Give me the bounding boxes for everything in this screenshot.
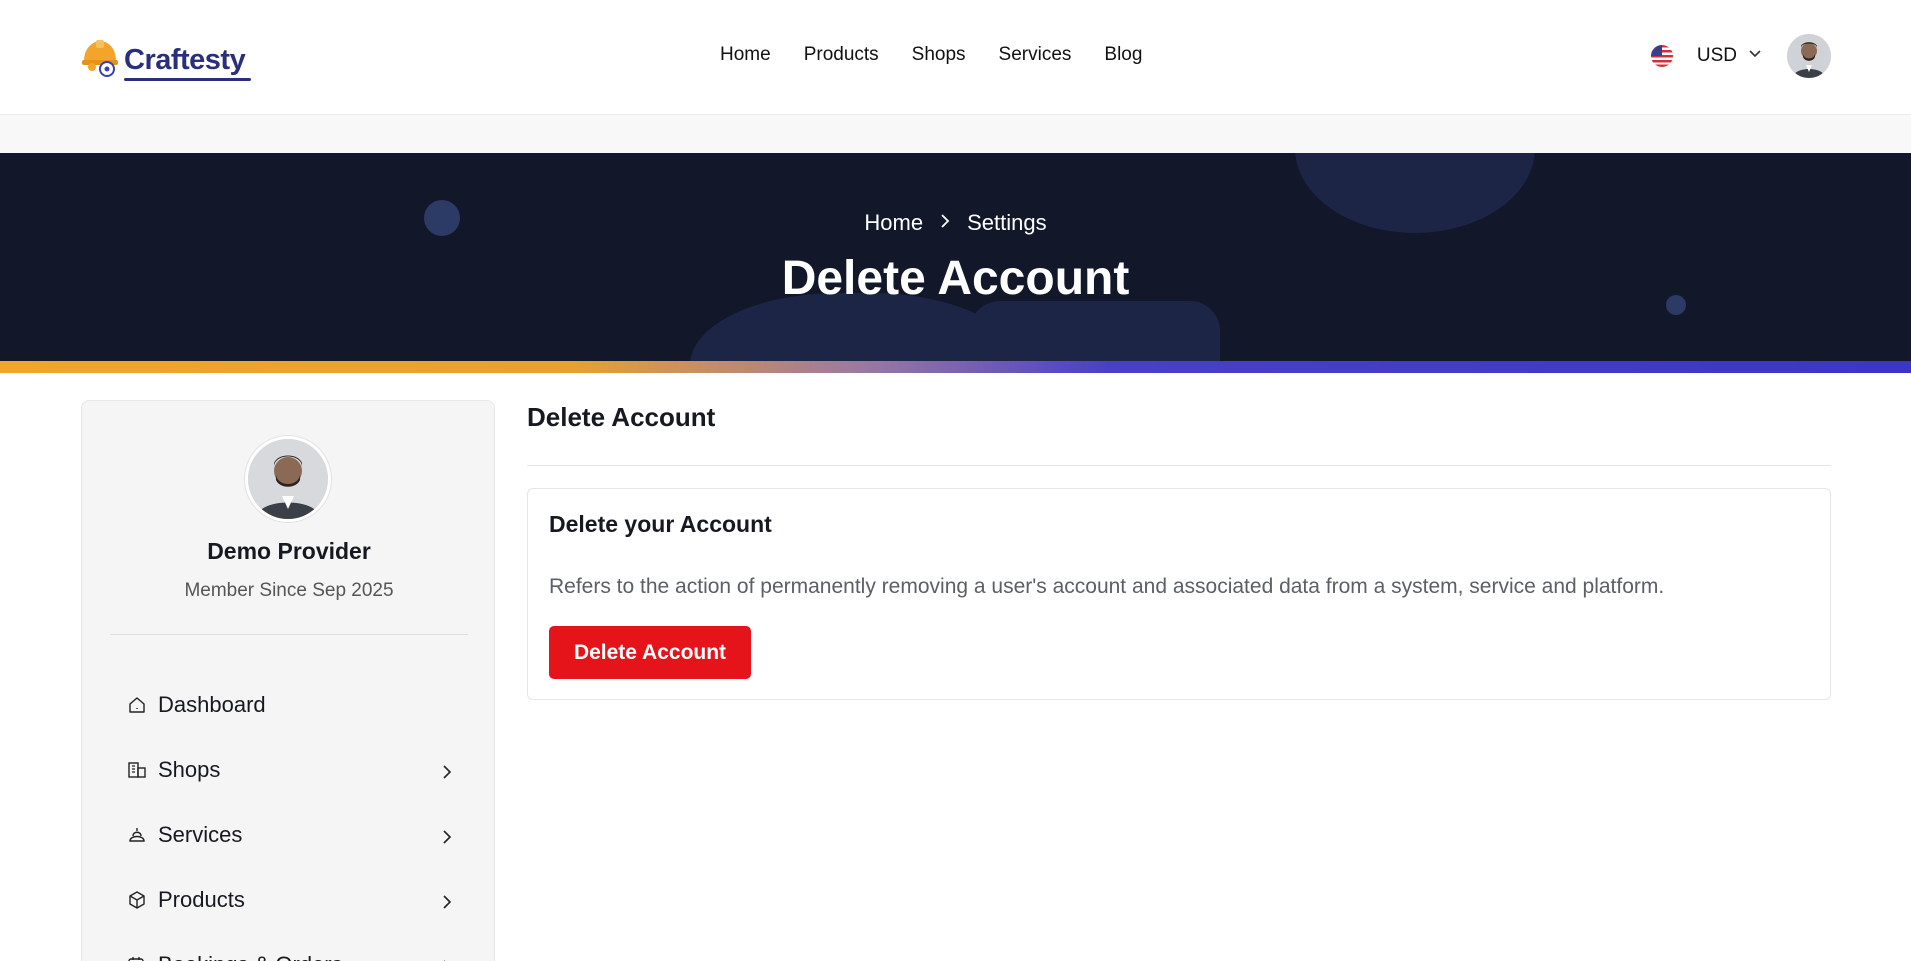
calendar-icon — [126, 954, 148, 961]
sidebar-divider — [110, 634, 468, 635]
page-title: Delete Account — [781, 252, 1130, 305]
sidebar-item-label: Services — [158, 821, 243, 847]
account-sidebar: Demo Provider Member Since Sep 2025 Dash… — [81, 400, 495, 961]
sidebar-item-label: Shops — [158, 756, 221, 782]
site-header: Craftesty Home Products Shops Services B… — [0, 0, 1911, 115]
delete-account-card: Delete your Account Refers to the action… — [527, 488, 1831, 700]
breadcrumb-home[interactable]: Home — [864, 210, 923, 236]
user-avatar[interactable] — [1787, 34, 1831, 78]
sidebar-item-label: Products — [158, 886, 245, 912]
nav-services[interactable]: Services — [999, 44, 1072, 66]
brand-name: Craftesty — [124, 43, 252, 81]
chevron-right-icon — [937, 210, 953, 236]
breadcrumb: Home Settings — [0, 210, 1911, 236]
banner-decoration — [970, 301, 1220, 361]
services-icon — [126, 824, 148, 846]
page-banner: Home Settings Delete Account — [0, 153, 1911, 361]
profile-name: Demo Provider — [207, 538, 371, 564]
brand-logo[interactable]: Craftesty — [80, 34, 252, 82]
nav-products[interactable]: Products — [804, 44, 879, 66]
header-actions: USD — [1650, 34, 1831, 78]
sidebar-item-products[interactable]: Products — [126, 867, 456, 932]
box-icon — [126, 889, 148, 911]
currency-value: USD — [1696, 45, 1737, 66]
sidebar-item-label: Dashboard — [158, 691, 266, 717]
member-since: Member Since Sep 2025 — [184, 580, 394, 601]
nav-blog[interactable]: Blog — [1104, 44, 1142, 66]
helmet-gear-icon — [80, 35, 120, 81]
sidebar-item-label: Bookings & Orders — [158, 952, 438, 961]
card-description: Refers to the action of permanently remo… — [549, 575, 1665, 598]
breadcrumb-settings: Settings — [967, 210, 1047, 235]
section-divider — [527, 465, 1831, 466]
card-title: Delete your Account — [549, 511, 772, 537]
chevron-right-icon — [438, 891, 456, 909]
sidebar-item-shops[interactable]: Shops — [126, 737, 456, 802]
currency-selector[interactable]: USD — [1693, 43, 1767, 69]
sidebar-item-services[interactable]: Services — [126, 802, 456, 867]
nav-shops[interactable]: Shops — [912, 44, 966, 66]
sidebar-item-bookings-orders[interactable]: Bookings & Orders — [126, 932, 456, 961]
home-icon — [126, 694, 148, 716]
us-flag-icon[interactable] — [1650, 45, 1673, 67]
main-nav: Home Products Shops Services Blog — [720, 44, 1142, 66]
chevron-right-icon — [438, 826, 456, 844]
banner-accent-bar — [0, 361, 1911, 373]
shop-icon — [126, 759, 148, 781]
nav-home[interactable]: Home — [720, 44, 771, 66]
sidebar-menu: Dashboard Shops Services Products — [126, 672, 456, 961]
chevron-right-icon — [438, 761, 456, 779]
section-title: Delete Account — [527, 402, 716, 432]
chevron-right-icon — [438, 956, 456, 961]
header-spacer — [0, 115, 1911, 153]
chevron-down-icon — [1747, 45, 1763, 67]
profile-avatar — [245, 436, 331, 522]
delete-account-button[interactable]: Delete Account — [549, 626, 751, 679]
sidebar-item-dashboard[interactable]: Dashboard — [126, 672, 456, 737]
